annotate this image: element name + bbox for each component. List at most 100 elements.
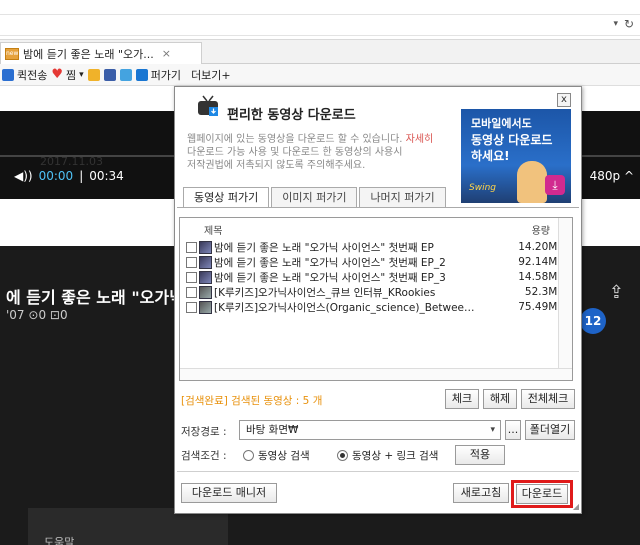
dialog-tabs: 동영상 퍼가기 이미지 퍼가기 나머지 퍼가기 <box>183 187 446 208</box>
desc-line: 웹페이지에 있는 동영상을 다운로드 할 수 있습니다. <box>187 134 403 145</box>
quality-selector[interactable]: 480p ^ <box>590 169 634 183</box>
save-path-select[interactable]: 바탕 화면₩ ▾ <box>239 420 501 440</box>
desc-line: 저작권법에 저촉되지 않도록 주의해주세요. <box>187 160 366 171</box>
header-size: 용량 <box>531 226 550 237</box>
radio-dot <box>243 450 254 461</box>
footer-divider <box>177 471 579 472</box>
download-icon <box>135 68 148 81</box>
promo-brand: Swing <box>469 183 496 193</box>
mp4-file-icon <box>199 286 212 299</box>
refresh-icon[interactable]: ↻ <box>624 17 634 31</box>
file-name: 밤에 듣기 좋은 노래 "오가닉 사이언스" 첫번째 EP_2 <box>214 257 446 269</box>
time-separator: | <box>79 169 84 183</box>
favicon-icon: new <box>5 47 19 60</box>
radio-label: 동영상 + 링크 검색 <box>352 450 439 462</box>
toolbar-label: 퀵전송 <box>17 68 48 82</box>
horizontal-scrollbar[interactable] <box>180 368 572 380</box>
vertical-scrollbar[interactable] <box>558 218 572 380</box>
promo-line: 동영상 다운로드 <box>471 133 553 147</box>
mp4-file-icon <box>199 301 212 314</box>
save-path-value: 바탕 화면₩ <box>246 424 299 436</box>
toolbar-label: 찜 <box>66 68 77 82</box>
list-rows: 밤에 듣기 좋은 노래 "오가닉 사이언스" 첫번째 EP 14.20Mb 밤에… <box>186 240 566 315</box>
file-name: 밤에 듣기 좋은 노래 "오가닉 사이언스" 첫번째 EP_3 <box>214 272 446 284</box>
browse-button[interactable]: ... <box>505 420 521 440</box>
tab-other-share[interactable]: 나머지 퍼가기 <box>359 187 446 207</box>
uncheck-button[interactable]: 해제 <box>483 389 517 409</box>
chevron-down-icon[interactable]: ▾ <box>613 19 618 29</box>
item-checkbox[interactable] <box>186 302 197 313</box>
play-time: ◀)) 00:00 | 00:34 <box>14 169 124 183</box>
list-item[interactable]: 밤에 듣기 좋은 노래 "오가닉 사이언스" 첫번째 EP_3 14.58Mb <box>186 270 566 285</box>
file-name: [K루키즈]오가닉사이언스(Organic_science)_Between (… <box>214 302 480 314</box>
radio-dot-selected <box>337 450 348 461</box>
flv-file-icon <box>199 271 212 284</box>
tab-title: 밤에 듣기 좋은 노래 "오가... <box>23 47 154 61</box>
address-bar[interactable]: ▾ ↻ <box>0 0 640 40</box>
download-icon: ⤓ <box>545 175 565 195</box>
toolbar-more[interactable]: 더보기+ <box>191 67 231 83</box>
flv-file-icon <box>199 241 212 254</box>
tab-close-icon[interactable]: × <box>162 47 171 60</box>
quick-send-icon <box>2 68 14 81</box>
chevron-down-icon[interactable]: ▾ <box>79 70 84 80</box>
toolbar-share[interactable]: 퍼가기 <box>135 67 182 83</box>
video-date: 2017.11.03 <box>40 155 103 168</box>
download-manager-button[interactable]: 다운로드 매니저 <box>181 483 277 503</box>
refresh-button[interactable]: 새로고침 <box>453 483 509 503</box>
time-total: 00:34 <box>89 169 124 183</box>
toolbar-bookmark[interactable]: ♥ 찜 ▾ <box>51 67 83 83</box>
tab-image-share[interactable]: 이미지 퍼가기 <box>271 187 358 207</box>
header-name: 제목 <box>204 226 223 237</box>
list-header: 제목 용량 <box>180 218 572 237</box>
resize-grip-icon[interactable]: ◢ <box>573 502 579 511</box>
song-meta: '07 ⊙0 ⊡0 <box>6 308 68 322</box>
list-item[interactable]: [K루키즈]오가닉사이언스_큐브 인터뷰_KRookies 52.3Mb <box>186 285 566 300</box>
close-icon[interactable]: x <box>557 93 571 107</box>
brush-icon[interactable] <box>87 68 100 81</box>
browser-tab[interactable]: new 밤에 듣기 좋은 노래 "오가... × <box>0 42 202 64</box>
browser-toolbar: 퀵전송 ♥ 찜 ▾ 퍼가기 더보기+ <box>0 64 640 86</box>
tab-strip: new 밤에 듣기 좋은 노래 "오가... × <box>0 40 640 64</box>
promo-line: 모바일에서도 <box>471 117 532 130</box>
heart-icon: ♥ <box>51 67 64 82</box>
dialog-description: 웹페이지에 있는 동영상을 다운로드 할 수 있습니다. 자세히 다운로드 가능… <box>187 133 435 172</box>
address-input[interactable] <box>0 14 640 36</box>
apply-button[interactable]: 적용 <box>455 445 505 465</box>
list-item[interactable]: 밤에 듣기 좋은 노래 "오가닉 사이언스" 첫번째 EP_2 92.14Mb <box>186 255 566 270</box>
list-item[interactable]: [K루키즈]오가닉사이언스(Organic_science)_Between (… <box>186 300 566 315</box>
toolbar-quick-send[interactable]: 퀵전송 <box>2 67 47 83</box>
video-file-list: 제목 용량 밤에 듣기 좋은 노래 "오가닉 사이언스" 첫번째 EP 14.2… <box>179 217 573 381</box>
mobile-promo-banner[interactable]: 모바일에서도 동영상 다운로드 하세요! Swing ⤓ <box>461 109 571 203</box>
desc-line: 다운로드 가능 사용 및 다운로드 한 동영상의 사용시 <box>187 147 403 158</box>
item-checkbox[interactable] <box>186 272 197 283</box>
tab-divider <box>177 207 579 208</box>
radio-video-link-search[interactable]: 동영상 + 링크 검색 <box>337 448 438 463</box>
toolbar-label: 퍼가기 <box>150 68 182 82</box>
file-name: [K루키즈]오가닉사이언스_큐브 인터뷰_KRookies <box>214 287 436 299</box>
chevron-down-icon: ▾ <box>490 425 495 435</box>
volume-icon[interactable]: ◀)) <box>14 169 33 183</box>
share-icon[interactable]: ⇪ <box>609 282 624 303</box>
list-item[interactable]: 밤에 듣기 좋은 노래 "오가닉 사이언스" 첫번째 EP 14.20Mb <box>186 240 566 255</box>
item-checkbox[interactable] <box>186 257 197 268</box>
check-button[interactable]: 체크 <box>445 389 479 409</box>
flv-file-icon <box>199 256 212 269</box>
search-condition-label: 검색조건 : <box>181 450 227 462</box>
item-checkbox[interactable] <box>186 287 197 298</box>
video-download-dialog: x 편리한 동영상 다운로드 웹페이지에 있는 동영상을 다운로드 할 수 있습… <box>174 86 582 514</box>
details-link[interactable]: 자세히 <box>406 134 434 145</box>
dialog-title: 편리한 동영상 다운로드 <box>227 108 356 123</box>
notebook-icon[interactable] <box>103 68 116 81</box>
help-text[interactable]: 도움말 <box>44 534 74 545</box>
check-all-button[interactable]: 전체체크 <box>521 389 575 409</box>
tv-icon <box>198 95 218 116</box>
open-folder-button[interactable]: 폴더열기 <box>525 420 575 440</box>
item-checkbox[interactable] <box>186 242 197 253</box>
search-status: [검색완료] 검색된 동영상 : 5 개 <box>181 395 323 407</box>
age-badge: 12 <box>580 308 606 334</box>
radio-video-search[interactable]: 동영상 검색 <box>243 448 310 463</box>
ie-icon[interactable] <box>119 68 132 81</box>
tab-video-share[interactable]: 동영상 퍼가기 <box>183 187 270 208</box>
save-path-label: 저장경로 : <box>181 426 227 438</box>
